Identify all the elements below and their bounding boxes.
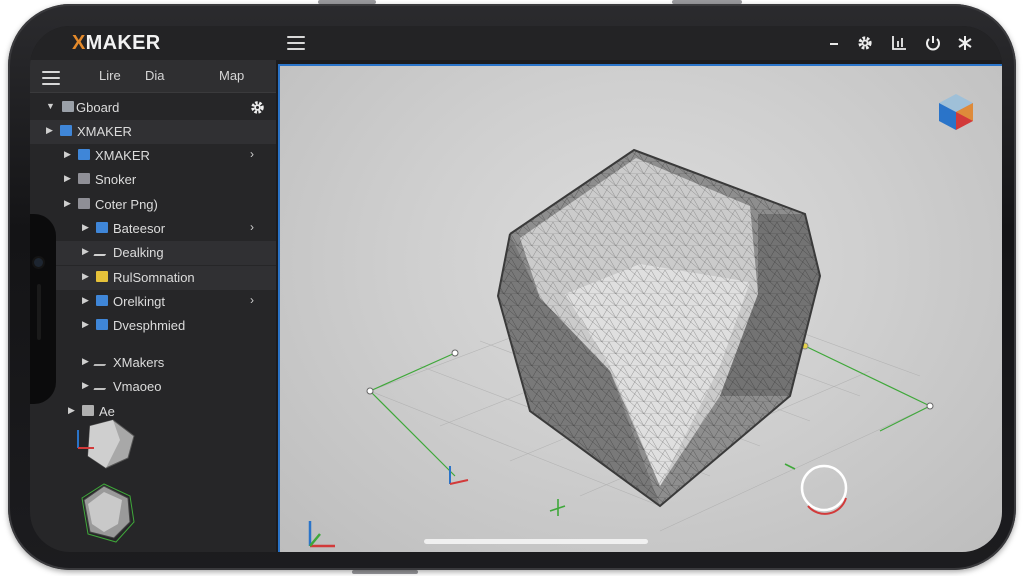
camera-icon	[34, 258, 43, 267]
phone-frame: XMAKER Lire Dia Map ▼ Gboard ▶ XMAKER ▶ …	[8, 4, 1016, 570]
app-screen: XMAKER Lire Dia Map ▼ Gboard ▶ XMAKER ▶ …	[30, 26, 1002, 552]
app-logo: XMAKER	[72, 32, 161, 54]
menu-item[interactable]: Dia	[145, 68, 165, 83]
box-icon	[82, 405, 94, 416]
expand-arrow-icon[interactable]: ▶	[82, 356, 89, 367]
folder-icon	[96, 222, 108, 233]
tree-item-label: XMakers	[113, 355, 165, 370]
tree-item-label: Dvesphmied	[113, 318, 186, 333]
cube-icon	[78, 198, 90, 209]
tree-item-label: Bateesor	[113, 221, 166, 236]
model-thumbnail[interactable]	[68, 418, 138, 477]
model-thumbnail[interactable]	[74, 478, 138, 552]
tree-item[interactable]: ▶ Dvesphmied	[30, 314, 276, 338]
transform-gizmo-small-icon	[449, 466, 469, 485]
tree-item-label: Vmaoeo	[113, 379, 162, 394]
menu-bar: Lire Dia Map	[30, 60, 276, 93]
hamburger-menu-icon[interactable]	[287, 36, 305, 50]
expand-arrow-icon[interactable]: ▶	[68, 405, 75, 416]
tree-item[interactable]: ▶ XMAKER	[30, 120, 276, 144]
tree-item-label: Ae	[99, 404, 115, 419]
tree-item-label: RulSomnation	[113, 270, 195, 285]
speaker-slot	[37, 284, 41, 340]
collapse-icon[interactable]	[828, 32, 840, 53]
expand-arrow-icon[interactable]: ▶	[82, 222, 89, 233]
sidebar-menu-icon[interactable]	[42, 71, 60, 89]
snowflake-icon[interactable]	[956, 34, 974, 57]
tree-item[interactable]: ▶ Vmaoeo	[30, 375, 276, 399]
tree-item-label: Orelkingt	[113, 294, 166, 309]
menu-item[interactable]: Lire	[99, 68, 121, 83]
mesh-model	[496, 148, 822, 508]
tree-item[interactable]: ▶ RulSomnation	[30, 266, 276, 290]
expand-arrow-icon[interactable]: ▼	[46, 101, 55, 111]
tree-item-label: Coter Png)	[95, 197, 158, 212]
tree-item-label: XMAKER	[77, 124, 132, 139]
folder-icon	[60, 125, 72, 136]
folder-icon	[78, 149, 90, 160]
expand-arrow-icon[interactable]: ▶	[46, 125, 53, 136]
chevron-right-icon[interactable]: ›	[250, 147, 254, 161]
power-icon[interactable]	[924, 34, 942, 57]
gear-icon[interactable]	[856, 34, 874, 57]
top-bar: XMAKER	[30, 26, 1002, 60]
tree-root-label: Gboard	[76, 100, 120, 115]
tree-item[interactable]: ▶ XMAKER ›	[30, 144, 276, 168]
expand-arrow-icon[interactable]: ▶	[64, 149, 71, 160]
tree-item[interactable]: ▶ Ae	[30, 400, 276, 424]
viewport-canvas[interactable]	[280, 66, 1002, 552]
tree-item[interactable]: ▶ XMakers	[30, 351, 276, 375]
home-indicator[interactable]	[424, 539, 648, 544]
camera-notch	[30, 214, 56, 404]
chevron-right-icon[interactable]: ›	[250, 293, 254, 307]
axis-indicator-icon	[308, 521, 335, 548]
tree-item[interactable]: ▶ Bateesor ›	[30, 217, 276, 241]
tree-item-label: XMAKER	[95, 148, 150, 163]
tree-root[interactable]: ▼ Gboard	[30, 96, 276, 120]
tree-item[interactable]: ▶ Orelkingt ›	[30, 290, 276, 314]
folder-icon	[62, 101, 74, 112]
expand-arrow-icon[interactable]: ▶	[82, 319, 89, 330]
person-icon	[93, 380, 111, 390]
expand-arrow-icon[interactable]: ▶	[64, 198, 71, 209]
tree-item-label: Snoker	[95, 172, 137, 187]
menu-item[interactable]: Map	[219, 68, 244, 83]
view-cube-icon[interactable]	[933, 88, 979, 134]
expand-arrow-icon[interactable]: ▶	[82, 271, 89, 282]
expand-arrow-icon[interactable]: ▶	[64, 173, 71, 184]
chevron-right-icon[interactable]: ›	[250, 220, 254, 234]
tree-item[interactable]: ▶ Snoker	[30, 168, 276, 192]
chart-icon[interactable]	[890, 34, 908, 57]
gear-icon[interactable]	[249, 99, 266, 119]
folder-icon	[96, 319, 108, 330]
wrench-icon	[93, 246, 111, 256]
cube-icon	[78, 173, 90, 184]
phone-button	[352, 570, 418, 574]
tree-item[interactable]: ▶ Dealking	[30, 241, 276, 265]
tools-icon	[93, 356, 111, 366]
tree-item-label: Dealking	[113, 245, 164, 260]
expand-arrow-icon[interactable]: ▶	[82, 380, 89, 391]
folder-icon	[96, 295, 108, 306]
expand-arrow-icon[interactable]: ▶	[82, 246, 89, 257]
3d-viewport[interactable]	[278, 64, 1002, 552]
rotate-gizmo-icon	[800, 464, 848, 515]
tree-item[interactable]: ▶ Coter Png)	[30, 193, 276, 217]
expand-arrow-icon[interactable]: ▶	[82, 295, 89, 306]
folder-yellow-icon	[96, 271, 108, 282]
